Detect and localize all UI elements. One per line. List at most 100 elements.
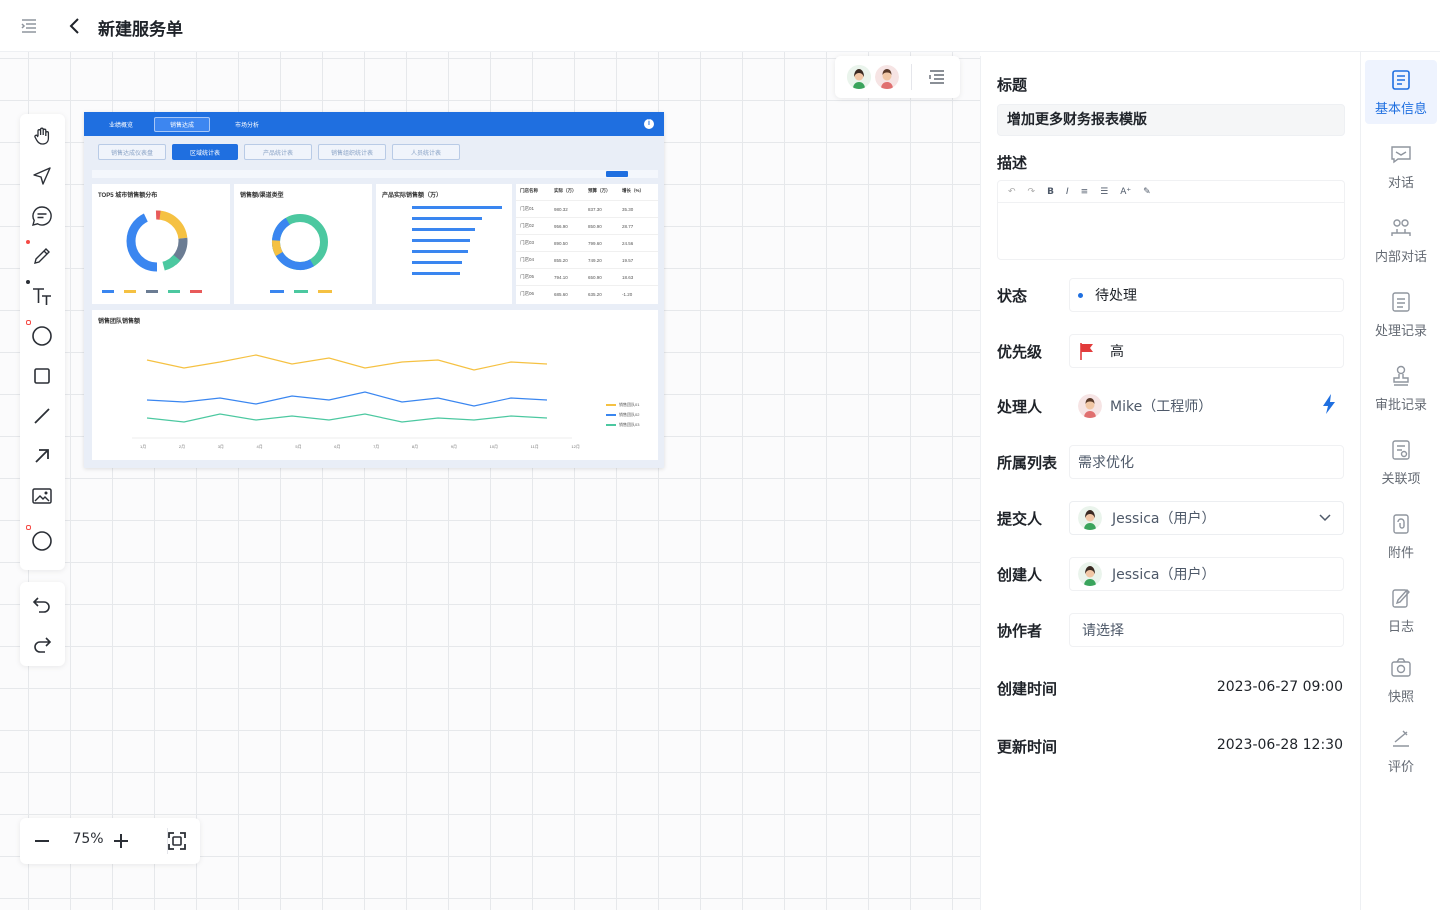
dashboard-image[interactable]: 业绩概览 销售达成 市场分析 i 销售达成仪表盘 区域统计表 产品统计表 销售组… — [84, 112, 664, 468]
chevron-down-icon[interactable] — [1319, 514, 1331, 522]
tab-process-record[interactable]: 处理记录 — [1365, 282, 1437, 346]
tab-approval-record[interactable]: 审批记录 — [1365, 356, 1437, 420]
table-cell: 门店01 — [520, 206, 535, 211]
table-cell: 956.90 — [554, 223, 568, 229]
table-cell: 685.60 — [554, 291, 568, 297]
redo-icon[interactable] — [30, 632, 54, 656]
table-row: 门店05 794.10 650.90 18.63 — [516, 268, 658, 285]
tab-log[interactable]: 日志 — [1365, 578, 1437, 642]
avatar-mike[interactable] — [875, 65, 899, 89]
lightning-icon[interactable] — [1321, 393, 1337, 415]
text-tool-icon[interactable] — [26, 280, 54, 308]
month-tick-label: 11月 — [530, 444, 539, 449]
table-row: 门店04 855.20 749.20 19.57 — [516, 251, 658, 268]
circle-shape-icon[interactable] — [26, 320, 54, 348]
image-insert-icon[interactable] — [30, 484, 54, 508]
ordered-list-icon[interactable]: ≡ — [1081, 187, 1089, 197]
handler-field[interactable]: Mike（工程师） — [1069, 389, 1344, 423]
tab-attachment[interactable]: 附件 — [1365, 504, 1437, 568]
month-tick-label: 1月 — [140, 444, 147, 449]
tab-chat[interactable]: 对话 — [1365, 134, 1437, 198]
tab-label: 关联项 — [1381, 471, 1421, 487]
select-pointer-icon[interactable] — [30, 164, 54, 188]
dash-subtab[interactable]: 销售组织统计表 — [318, 144, 386, 160]
month-tick-label: 10月 — [489, 444, 499, 449]
updated-time-label: 更新时间 — [997, 738, 1058, 756]
redo-small-icon[interactable]: ↷ — [1028, 187, 1036, 197]
table-cell: 650.90 — [588, 274, 602, 280]
undo-small-icon[interactable]: ↶ — [1008, 187, 1016, 197]
ellipse-shape-icon[interactable] — [26, 525, 54, 553]
month-tick-label: 2月 — [178, 444, 186, 449]
pen-tool-icon[interactable] — [26, 240, 54, 268]
whiteboard-canvas[interactable]: 75% 业绩概览 销售达成 市场分析 i 销售达成仪表盘 区域统计表 产品统计表… — [0, 52, 980, 910]
bullet-list-icon[interactable]: ☰ — [1100, 187, 1108, 197]
detail-panel: 标题 增加更多财务报表模版 描述 ↶ ↷ B I ≡ ☰ A⁺ ✎ 状态 待处理… — [980, 56, 1360, 910]
undo-icon[interactable] — [30, 592, 54, 616]
dash-tab[interactable]: 业绩概览 — [98, 117, 144, 132]
table-cell: 980.32 — [554, 206, 568, 212]
tab-basic-info[interactable]: 基本信息 — [1365, 60, 1437, 124]
hand-tool-icon[interactable] — [30, 124, 54, 148]
comment-icon[interactable] — [30, 204, 54, 228]
title-input[interactable]: 增加更多财务报表模版 — [997, 104, 1345, 136]
dash-subtab-active[interactable]: 区域统计表 — [172, 144, 238, 160]
dash-subtab[interactable]: 销售达成仪表盘 — [98, 144, 166, 160]
line-tool-icon[interactable] — [30, 404, 54, 428]
tab-internal-chat[interactable]: 内部对话 — [1365, 208, 1437, 272]
title-label: 标题 — [997, 76, 1028, 94]
table-cell: 门店04 — [520, 257, 535, 262]
top-bar: 新建服务单 — [0, 0, 1440, 52]
italic-icon[interactable]: I — [1066, 187, 1069, 197]
highlight-icon[interactable]: ✎ — [1143, 187, 1151, 197]
info-icon[interactable]: i — [644, 119, 654, 129]
description-editor[interactable]: ↶ ↷ B I ≡ ☰ A⁺ ✎ — [997, 180, 1345, 260]
tab-label: 基本信息 — [1374, 101, 1427, 117]
month-tick-label: 5月 — [295, 444, 302, 449]
table-header: 门店名称 — [520, 188, 538, 193]
back-icon[interactable] — [66, 15, 84, 37]
zoom-in-icon[interactable] — [110, 830, 132, 852]
tab-related[interactable]: 关联项 — [1365, 430, 1437, 494]
tab-snapshot[interactable]: 快照 — [1365, 648, 1437, 712]
product-bar-card: 产品实际销售额（万） — [376, 184, 512, 304]
font-size-icon[interactable]: A⁺ — [1120, 187, 1131, 197]
card-title: TOP5 城市销售额分布 — [98, 193, 158, 199]
table-cell: 门店03 — [520, 240, 535, 245]
dash-subtab[interactable]: 人员统计表 — [392, 144, 460, 160]
status-field[interactable]: 待处理 — [1069, 278, 1344, 312]
month-tick-label: 6月 — [334, 444, 341, 449]
bold-icon[interactable]: B — [1047, 187, 1054, 197]
avatar-jessica[interactable] — [847, 65, 871, 89]
table-cell: 门店02 — [520, 223, 535, 228]
arrow-tool-icon[interactable] — [30, 444, 54, 468]
dash-tab-active[interactable]: 销售达成 — [154, 117, 210, 132]
table-cell: 890.50 — [554, 240, 568, 246]
card-title: 产品实际销售额（万） — [382, 193, 443, 199]
store-table-card: 门店名称 实际（万） 预算（万） 增长（%） 门店01 980.32 837.30 3… — [516, 184, 658, 304]
table-cell: 855.20 — [554, 257, 568, 263]
table-header: 增长（%） — [622, 188, 645, 193]
tab-rating[interactable]: 评价 — [1365, 718, 1437, 782]
channel-donut-chart — [271, 214, 328, 270]
list-label: 所属列表 — [997, 454, 1058, 472]
handler-avatar — [1078, 394, 1102, 418]
rectangle-shape-icon[interactable] — [30, 364, 54, 388]
fit-screen-icon[interactable] — [166, 830, 188, 852]
tab-label: 对话 — [1387, 175, 1414, 191]
outline-icon[interactable] — [929, 70, 945, 84]
status-dot — [1078, 292, 1083, 298]
tab-label: 处理记录 — [1374, 323, 1427, 339]
priority-field[interactable]: 高 — [1069, 334, 1344, 368]
priority-value: 高 — [1110, 344, 1124, 360]
submitter-select[interactable]: Jessica（用户） — [1069, 501, 1344, 535]
dash-tab[interactable]: 市场分析 — [224, 117, 270, 132]
legend-item: 销售团队02 — [619, 412, 640, 417]
collaborator-select[interactable]: 请选择 — [1069, 613, 1344, 647]
zoom-out-icon[interactable] — [31, 830, 53, 852]
dash-subtab[interactable]: 产品统计表 — [244, 144, 312, 160]
dash-filter-bar — [92, 170, 658, 178]
attachment-icon — [1393, 513, 1409, 534]
list-field[interactable]: 需求优化 — [1069, 445, 1344, 479]
menu-collapse-icon[interactable] — [20, 17, 38, 35]
